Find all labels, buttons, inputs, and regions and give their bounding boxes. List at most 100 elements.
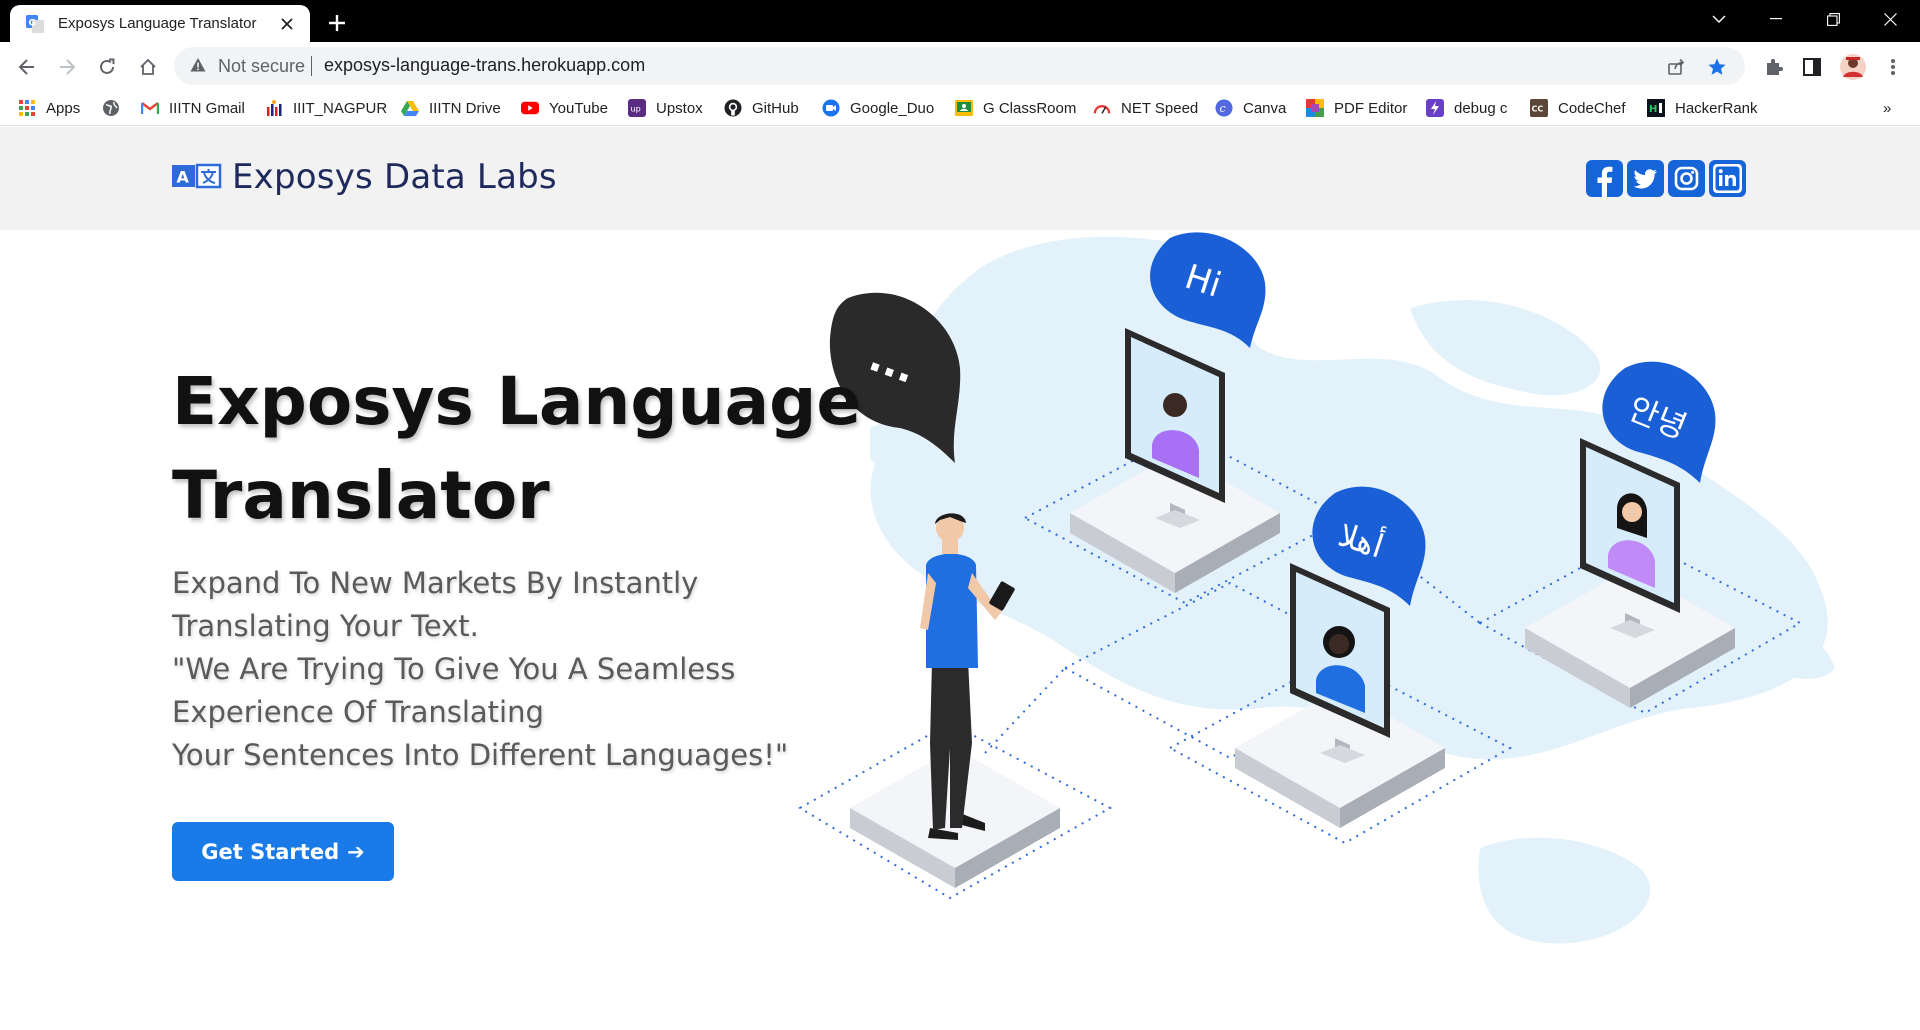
hackerrank-icon: H: [1647, 99, 1665, 117]
bookmark-apps[interactable]: Apps: [18, 96, 80, 120]
bookmark-label: HackerRank: [1675, 99, 1758, 117]
upstox-icon: up: [628, 99, 646, 117]
hero-subtitle: Expand To New Markets By Instantly Trans…: [172, 562, 812, 777]
instagram-icon[interactable]: [1668, 160, 1705, 197]
share-icon[interactable]: [1665, 56, 1687, 78]
bookmark-globe[interactable]: [102, 96, 130, 120]
bookmark-label: CodeChef: [1558, 99, 1626, 117]
social-links: [1586, 160, 1746, 197]
hero-title-line: Translator: [172, 457, 550, 534]
iiitn-logo-icon: [265, 99, 283, 117]
arrow-right-icon: ➔: [347, 839, 365, 864]
bookmark-upstox[interactable]: up Upstox: [628, 96, 703, 120]
bookmark-label: Upstox: [656, 99, 703, 117]
bookmarks-overflow-button[interactable]: »: [1883, 96, 1891, 120]
browser-toolbar: Not secure exposys-language-trans.heroku…: [0, 42, 1920, 90]
twitter-icon[interactable]: [1627, 160, 1664, 197]
youtube-icon: [521, 99, 539, 117]
hero-title-line: Exposys Language: [172, 363, 862, 440]
svg-text:c: c: [1220, 102, 1226, 115]
bookmark-codechef[interactable]: CC CodeChef: [1530, 96, 1626, 120]
back-button[interactable]: [12, 52, 42, 82]
tab-search-chevron-icon[interactable]: [1691, 0, 1747, 38]
gmail-icon: [141, 99, 159, 117]
bookmark-net-speed[interactable]: NET Speed: [1093, 96, 1198, 120]
bookmark-youtube[interactable]: YouTube: [521, 96, 608, 120]
bookmark-debug-c[interactable]: debug c: [1426, 96, 1507, 120]
bookmarks-bar: Apps IIITN Gmail IIIT_NAGPUR IIITN Drive…: [0, 90, 1920, 126]
minimize-button[interactable]: [1748, 0, 1804, 38]
classroom-icon: [955, 99, 973, 117]
bookmark-star-icon[interactable]: [1706, 56, 1728, 78]
address-separator: [311, 56, 312, 76]
bookmark-hackerrank[interactable]: H HackerRank: [1647, 96, 1758, 120]
svg-text:G: G: [29, 18, 36, 28]
address-bar[interactable]: Not secure exposys-language-trans.heroku…: [174, 47, 1745, 85]
pdf-editor-icon: [1306, 99, 1324, 117]
forward-button[interactable]: [52, 52, 82, 82]
bookmark-label: IIITN Gmail: [169, 99, 245, 117]
bookmark-label: Canva: [1243, 99, 1287, 117]
brand[interactable]: A Exposys Data Labs: [172, 157, 557, 197]
bookmark-label: PDF Editor: [1334, 99, 1408, 117]
svg-text:A: A: [177, 168, 190, 187]
get-started-label: Get Started: [201, 839, 340, 864]
hero-subtitle-line: "We Are Trying To Give You A Seamless: [172, 652, 736, 686]
chrome-menu-icon[interactable]: [1881, 55, 1905, 79]
linkedin-icon[interactable]: [1709, 160, 1746, 197]
bookmark-pdf-editor[interactable]: PDF Editor: [1306, 96, 1407, 120]
site-header: A Exposys Data Labs: [0, 127, 1920, 230]
bookmark-label: NET Speed: [1121, 99, 1199, 117]
bookmark-label: IIIT_NAGPUR: [293, 99, 388, 117]
warning-triangle-icon[interactable]: [190, 57, 206, 77]
home-button[interactable]: [133, 52, 163, 82]
bookmark-label: YouTube: [549, 99, 608, 117]
brand-name: Exposys Data Labs: [232, 157, 557, 197]
bookmark-label: G ClassRoom: [983, 99, 1077, 117]
bookmark-google-duo[interactable]: Google_Duo: [822, 96, 934, 120]
bookmark-label: IIITN Drive: [429, 99, 501, 117]
hero-subtitle-line: Experience Of Translating: [172, 695, 544, 729]
bookmark-label: GitHub: [752, 99, 799, 117]
globe-icon: [102, 99, 120, 117]
svg-text:CC: CC: [1532, 105, 1544, 114]
bookmark-iiitn-drive[interactable]: IIITN Drive: [401, 96, 501, 120]
speed-gauge-icon: [1093, 99, 1111, 117]
new-tab-button[interactable]: [323, 9, 351, 37]
get-started-button[interactable]: Get Started ➔: [172, 822, 394, 881]
url-text[interactable]: exposys-language-trans.herokuapp.com: [324, 55, 645, 76]
hero-subtitle-line: Expand To New Markets By Instantly: [172, 566, 699, 600]
facebook-icon[interactable]: [1586, 160, 1623, 197]
browser-tab[interactable]: G Exposys Language Translator: [10, 5, 310, 42]
github-icon: [724, 99, 742, 117]
svg-text:H: H: [1649, 104, 1657, 115]
tab-title: Exposys Language Translator: [58, 15, 257, 32]
profile-avatar[interactable]: [1839, 53, 1867, 81]
svg-text:up: up: [631, 105, 641, 114]
side-panel-icon[interactable]: [1800, 55, 1824, 79]
bookmark-label: Google_Duo: [850, 99, 935, 117]
security-status-label[interactable]: Not secure: [218, 56, 305, 77]
hero-subtitle-line: Translating Your Text.: [172, 609, 479, 643]
bookmark-g-classroom[interactable]: G ClassRoom: [955, 96, 1076, 120]
bookmark-github[interactable]: GitHub: [724, 96, 799, 120]
hero-title: Exposys Language Translator: [172, 355, 892, 543]
translate-favicon-icon: G: [26, 14, 44, 33]
bookmark-iiit-nagpur[interactable]: IIIT_NAGPUR: [265, 96, 387, 120]
translate-logo-icon: A: [172, 163, 222, 189]
codechef-icon: CC: [1530, 99, 1548, 117]
duo-icon: [822, 99, 840, 117]
bookmark-canva[interactable]: c Canva: [1215, 96, 1286, 120]
tab-close-icon[interactable]: [276, 13, 298, 35]
bookmark-iiitn-gmail[interactable]: IIITN Gmail: [141, 96, 245, 120]
hero-subtitle-line: Your Sentences Into Different Languages!…: [172, 738, 789, 772]
overflow-label: »: [1883, 99, 1892, 117]
extensions-puzzle-icon[interactable]: [1762, 55, 1786, 79]
bookmark-label: debug c: [1454, 99, 1508, 117]
debug-icon: [1426, 99, 1444, 117]
close-window-button[interactable]: [1862, 0, 1918, 38]
restore-button[interactable]: [1805, 0, 1861, 38]
reload-button[interactable]: [92, 52, 122, 82]
apps-grid-icon: [18, 99, 36, 117]
drive-icon: [401, 99, 419, 117]
